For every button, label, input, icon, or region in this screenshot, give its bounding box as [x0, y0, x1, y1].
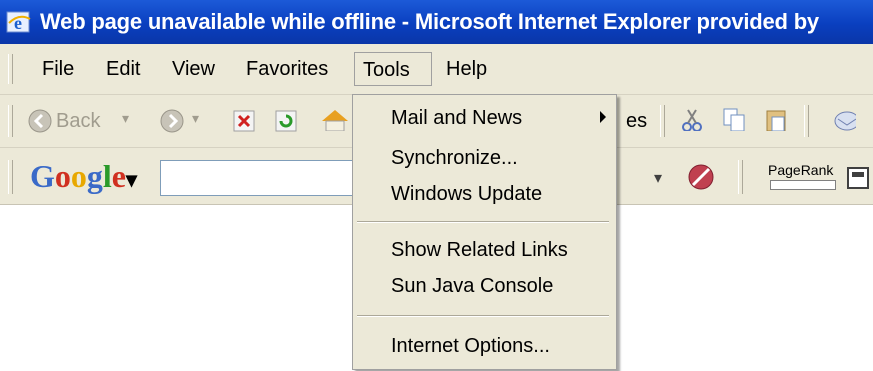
google-logo-button[interactable]: Google▾: [30, 158, 137, 195]
toolbar-separator: [660, 105, 665, 137]
paste-icon[interactable]: [764, 107, 788, 131]
back-button-label[interactable]: Back: [56, 110, 100, 133]
toolbar-options-icon[interactable]: [846, 166, 870, 190]
menu-bar: File Edit View Favorites Tools Help: [0, 44, 873, 95]
google-toolbar-separator: [738, 160, 743, 194]
menu-item-show-related-links[interactable]: Show Related Links: [391, 239, 568, 262]
mail-icon[interactable]: [832, 107, 856, 131]
menu-edit[interactable]: Edit: [98, 52, 148, 86]
toolbar-partial-label[interactable]: es: [626, 110, 647, 133]
title-bar: e Web page unavailable while offline - M…: [0, 0, 873, 44]
menu-item-windows-update[interactable]: Windows Update: [391, 183, 542, 206]
back-dropdown-icon[interactable]: ▾: [122, 110, 129, 127]
menubar-grip[interactable]: [8, 54, 13, 84]
menu-item-internet-options[interactable]: Internet Options...: [391, 335, 550, 358]
pagerank-label: PageRank: [768, 162, 834, 178]
popup-blocker-icon[interactable]: [684, 160, 718, 194]
menu-tools[interactable]: Tools: [354, 52, 432, 86]
menu-view[interactable]: View: [164, 52, 223, 86]
submenu-arrow-icon: [600, 111, 606, 123]
copy-icon[interactable]: [722, 107, 746, 131]
google-search-input[interactable]: [160, 160, 362, 196]
back-arrow-icon[interactable]: [28, 109, 52, 133]
forward-arrow-icon[interactable]: [160, 109, 184, 133]
menu-help[interactable]: Help: [438, 52, 495, 86]
google-toolbar-grip[interactable]: [8, 160, 13, 194]
stop-icon[interactable]: [232, 109, 256, 133]
cut-icon[interactable]: [680, 107, 704, 131]
forward-dropdown-icon[interactable]: ▾: [192, 110, 199, 127]
refresh-icon[interactable]: [274, 109, 298, 133]
pagerank-bar: [770, 180, 836, 190]
toolbar-grip[interactable]: [8, 105, 13, 137]
menu-separator: [357, 221, 609, 223]
ie-logo-icon: e: [6, 9, 32, 35]
tools-dropdown-menu: Mail and News Synchronize... Windows Upd…: [352, 94, 617, 370]
search-dropdown-icon[interactable]: ▾: [654, 168, 662, 188]
menu-separator-2: [357, 315, 609, 317]
google-logo: Google: [30, 158, 126, 194]
toolbar-separator-2: [804, 105, 809, 137]
home-icon[interactable]: [318, 107, 352, 131]
menu-file[interactable]: File: [34, 52, 82, 86]
google-menu-chevron-icon: ▾: [125, 167, 138, 192]
menu-favorites[interactable]: Favorites: [238, 52, 336, 86]
menu-item-synchronize[interactable]: Synchronize...: [391, 147, 518, 170]
window-title: Web page unavailable while offline - Mic…: [40, 9, 819, 34]
menu-item-mail-and-news[interactable]: Mail and News: [391, 107, 522, 130]
menu-item-sun-java-console[interactable]: Sun Java Console: [391, 275, 553, 298]
